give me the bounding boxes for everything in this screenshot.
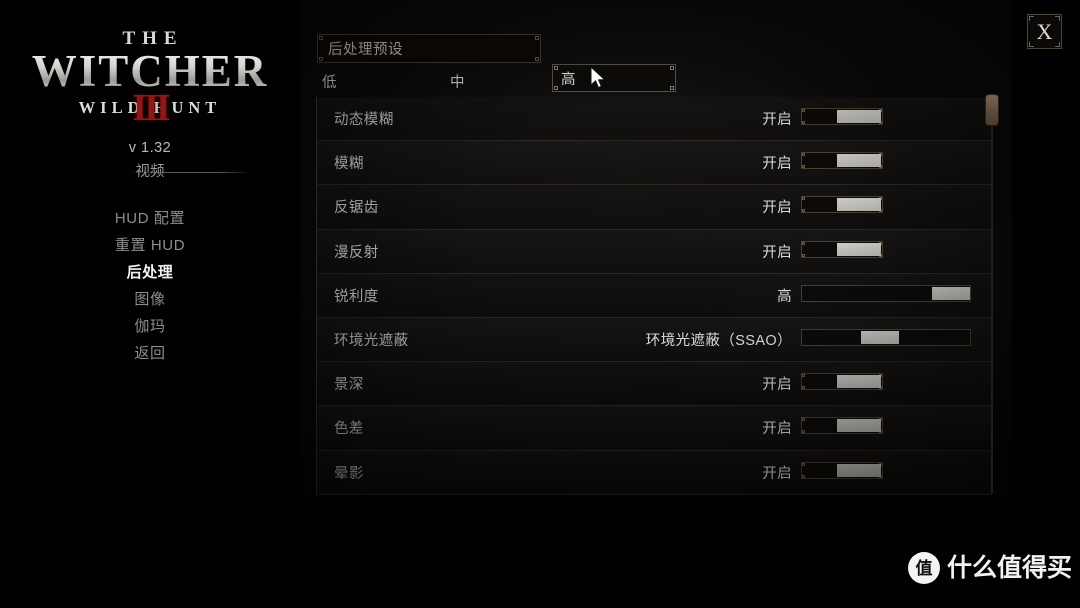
settings-row-label: 模糊 <box>334 156 364 173</box>
settings-toggle[interactable] <box>801 417 883 435</box>
frame-corner-tl <box>554 66 558 70</box>
frame-corner-bl <box>802 430 805 434</box>
settings-row-label: 景深 <box>334 377 364 394</box>
sidebar-divider <box>130 172 251 173</box>
frame-corner-bl <box>319 57 323 61</box>
settings-row-label: 锐利度 <box>334 288 379 305</box>
frame-corner-bl <box>802 253 805 257</box>
frame-corner-tl <box>802 241 805 245</box>
settings-row[interactable]: 晕影 开启 <box>316 450 992 495</box>
settings-slider[interactable] <box>801 284 971 302</box>
settings-row-label: 动态模糊 <box>334 112 394 129</box>
logo-wild-hunt-label: WILD HUNT <box>78 98 222 117</box>
frame-corner-tl <box>802 109 805 112</box>
settings-row[interactable]: 锐利度 高 <box>316 273 992 318</box>
sidebar-menu: HUD 配置 重置 HUD 后处理 图像 伽玛 返回 <box>0 205 300 367</box>
settings-row[interactable]: 景深 开启 <box>316 362 992 407</box>
settings-slider[interactable] <box>801 328 971 346</box>
settings-row[interactable]: 环境光遮蔽 环境光遮蔽（SSAO） <box>316 317 992 363</box>
settings-toggle-fill <box>837 463 881 477</box>
preset-title-box: 后处理预设 <box>317 34 541 63</box>
preset-option-high-selected[interactable]: 高 <box>552 64 676 92</box>
sidebar-item-0[interactable]: HUD 配置 <box>0 205 300 232</box>
sidebar-item-3[interactable]: 图像 <box>0 286 300 313</box>
logo-witcher-text: WITCHER <box>0 48 300 94</box>
sidebar-item-1[interactable]: 重置 HUD <box>0 232 300 259</box>
logo-wild-hunt-text: III WILD HUNT <box>0 87 300 129</box>
watermark-badge: 值 <box>908 552 940 584</box>
settings-row-value: 开启 <box>762 244 792 261</box>
preset-option-low[interactable]: 低 <box>322 71 337 92</box>
frame-corner-bl <box>802 121 805 124</box>
settings-toggle[interactable] <box>801 108 883 125</box>
sidebar-item-5[interactable]: 返回 <box>0 340 300 367</box>
frame-corner-tl <box>802 197 805 201</box>
close-button[interactable]: X <box>1027 14 1062 49</box>
watermark-text: 什么值得买 <box>947 553 1073 582</box>
frame-corner-bl <box>802 474 805 478</box>
settings-toggle-fill <box>837 110 881 123</box>
settings-row[interactable]: 漫反射 开启 <box>316 229 992 274</box>
frame-corner-bl <box>554 86 558 90</box>
settings-row-label: 反锯齿 <box>334 200 379 217</box>
close-icon: X <box>1036 18 1053 44</box>
frame-corner-tl <box>802 153 805 157</box>
settings-row-value: 开启 <box>762 421 792 438</box>
watermark: 值 什么值得买 <box>908 552 1072 584</box>
scrollbar-thumb[interactable] <box>985 94 999 126</box>
settings-row-value: 开启 <box>762 377 792 394</box>
left-sidebar: THE WITCHER III WILD HUNT v 1.32 视频 HUD … <box>0 0 300 608</box>
frame-corner-tr <box>670 66 674 70</box>
settings-section-label: 视频 <box>135 164 165 180</box>
settings-toggle[interactable] <box>801 240 883 258</box>
settings-row-value: 高 <box>777 288 792 305</box>
settings-toggle[interactable] <box>801 196 883 214</box>
frame-corner-tl <box>319 36 323 40</box>
frame-corner-bl <box>802 165 805 169</box>
settings-toggle[interactable] <box>801 152 883 170</box>
settings-row[interactable]: 色差 开启 <box>316 406 992 451</box>
settings-row-value: 开启 <box>762 112 792 129</box>
frame-corner-bl <box>802 386 805 390</box>
settings-row-value: 开启 <box>762 465 792 482</box>
settings-row-label: 环境光遮蔽 <box>334 333 409 350</box>
settings-toggle-fill <box>837 242 881 256</box>
settings-row-label: 漫反射 <box>334 244 379 261</box>
settings-toggle-fill <box>837 375 881 389</box>
frame-corner-tr <box>535 36 539 40</box>
settings-list: 动态模糊 开启 模糊 开启 反锯齿 开启 漫反射 开启 锐利度高环境光遮蔽 环境光遮蔽（SSAO）… <box>316 97 992 495</box>
frame-corner-br <box>535 57 539 61</box>
frame-corner-br <box>670 86 674 90</box>
preset-option-high-label: 高 <box>561 71 576 88</box>
settings-toggle[interactable] <box>801 373 883 391</box>
settings-slider-thumb[interactable] <box>932 286 970 300</box>
preset-option-medium[interactable]: 中 <box>450 71 465 92</box>
sidebar-item-2[interactable]: 后处理 <box>0 259 300 286</box>
settings-toggle-fill <box>837 154 881 168</box>
settings-row[interactable]: 动态模糊 开启 <box>316 97 992 142</box>
frame-corner-bl <box>802 209 805 213</box>
settings-row-label: 晕影 <box>334 465 364 482</box>
frame-corner-tl <box>802 418 805 422</box>
game-settings-screen: THE WITCHER III WILD HUNT v 1.32 视频 HUD … <box>0 0 1080 608</box>
frame-corner-tl <box>802 462 805 466</box>
frame-corner-tl <box>802 374 805 378</box>
settings-slider-thumb[interactable] <box>861 330 899 344</box>
settings-row[interactable]: 反锯齿 开启 <box>316 185 992 230</box>
settings-toggle[interactable] <box>801 461 883 479</box>
settings-row-value: 环境光遮蔽（SSAO） <box>645 333 792 350</box>
sidebar-item-4[interactable]: 伽玛 <box>0 313 300 340</box>
settings-row-value: 开启 <box>762 156 792 173</box>
settings-toggle-fill <box>837 198 881 212</box>
preset-title-label: 后处理预设 <box>328 42 403 58</box>
settings-row-label: 色差 <box>334 421 364 438</box>
game-logo: THE WITCHER III WILD HUNT v 1.32 视频 <box>0 28 300 181</box>
settings-toggle-fill <box>837 419 881 433</box>
game-version-label: v 1.32 <box>128 140 172 156</box>
settings-row[interactable]: 模糊 开启 <box>316 141 992 186</box>
scrollbar-track[interactable] <box>985 94 999 494</box>
settings-row-value: 开启 <box>762 200 792 217</box>
